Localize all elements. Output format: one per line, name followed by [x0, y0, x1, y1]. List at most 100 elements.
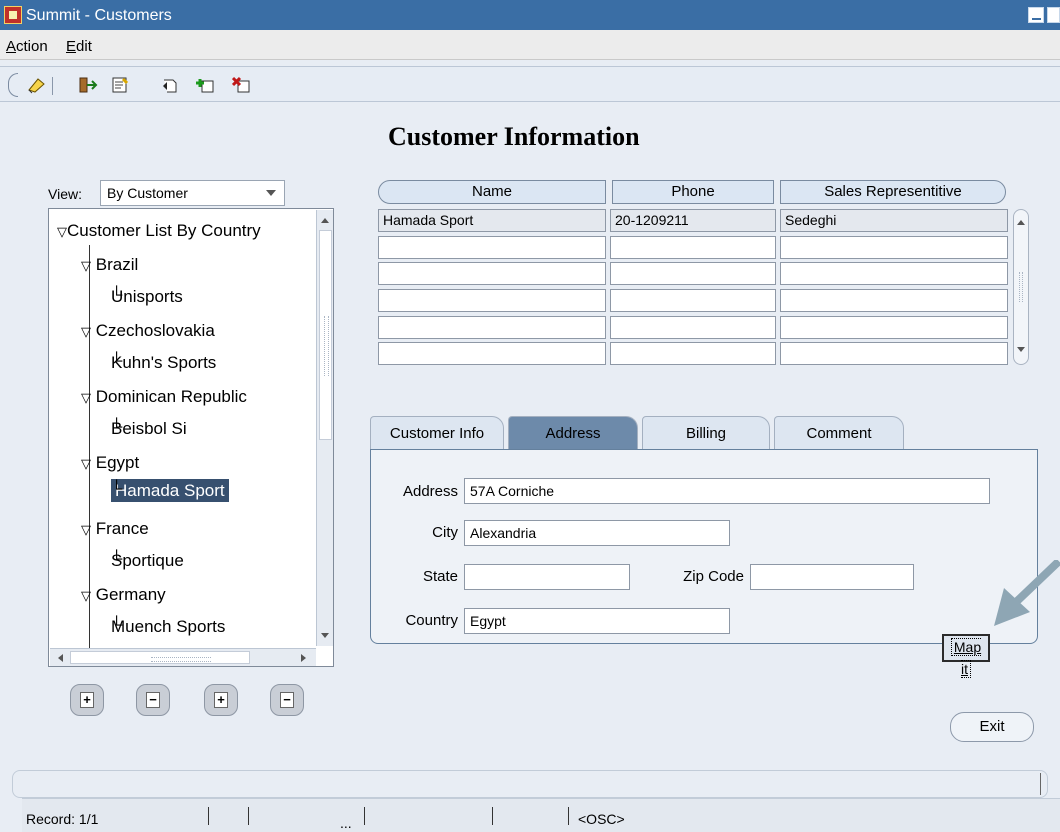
toolbar-separator [52, 77, 53, 95]
grid-cell[interactable] [378, 316, 606, 339]
menu-action[interactable]: Action [6, 38, 48, 55]
tree-leaf-unisports[interactable]: └ Unisports [111, 287, 183, 307]
app-icon [4, 6, 22, 24]
menu-edit[interactable]: Edit [66, 38, 92, 55]
scroll-thumb[interactable] [319, 230, 332, 440]
tree-leaf-kuhns-sports[interactable]: └ Kuhn's Sports [111, 353, 216, 373]
tree-node-france[interactable]: ▽ France [81, 519, 149, 539]
tree-vertical-scrollbar[interactable] [316, 210, 333, 646]
enter-query-icon[interactable] [26, 76, 46, 94]
scroll-down-icon[interactable] [1015, 344, 1027, 356]
scroll-down-icon[interactable] [319, 630, 331, 642]
tree-toggle-icon[interactable]: ▽ [81, 258, 91, 273]
scroll-grip [1019, 272, 1023, 302]
grid-cell[interactable] [378, 342, 606, 365]
country-label: Country [405, 612, 458, 629]
grid-cell[interactable] [780, 262, 1008, 285]
grid-cell[interactable]: Sedeghi [780, 209, 1008, 232]
grid-cell[interactable] [610, 236, 776, 259]
grid-cell[interactable] [378, 236, 606, 259]
scroll-up-icon[interactable] [1015, 216, 1027, 228]
status-divider [492, 807, 493, 825]
tree-toggle-icon[interactable]: ▽ [81, 588, 91, 603]
tree-node-brazil[interactable]: ▽ Brazil [81, 255, 138, 275]
tree-leaf-beisbol-si[interactable]: └ Beisbol Si [111, 419, 187, 439]
save-icon[interactable] [110, 76, 130, 94]
minimize-button[interactable] [1028, 7, 1044, 23]
expand-all-button[interactable]: + [204, 684, 238, 716]
tree-leaf-muench-sports[interactable]: └ Muench Sports [111, 617, 225, 637]
close-button[interactable] [1047, 7, 1060, 23]
expand-button[interactable]: + [70, 684, 104, 716]
grid-cell[interactable]: Hamada Sport [378, 209, 606, 232]
toolbar [0, 66, 1060, 102]
grid-cell[interactable] [610, 262, 776, 285]
tab-customer-info[interactable]: Customer Info [370, 416, 504, 450]
tree-leaf-hamada-sport[interactable]: └ Hamada Sport [111, 479, 229, 502]
city-label: City [432, 524, 458, 541]
exit-button[interactable]: Exit [950, 712, 1034, 742]
tree-selected-item[interactable]: Hamada Sport [111, 479, 229, 502]
tree-toggle-icon[interactable]: ▽ [81, 324, 91, 339]
exit-icon[interactable] [78, 76, 98, 94]
column-header-phone[interactable]: Phone [612, 180, 774, 204]
tab-billing[interactable]: Billing [642, 416, 770, 450]
grid-cell[interactable] [780, 236, 1008, 259]
tree-toggle-icon[interactable]: ▽ [81, 390, 91, 405]
tree-node-germany[interactable]: ▽ Germany [81, 585, 166, 605]
message-bar [12, 770, 1048, 798]
grid-cell[interactable] [378, 289, 606, 312]
chevron-down-icon[interactable] [266, 190, 276, 196]
insert-record-icon[interactable] [196, 76, 216, 94]
zip-code-field[interactable] [750, 564, 914, 590]
window-title: Summit - Customers [26, 7, 172, 24]
scroll-thumb[interactable] [70, 651, 250, 664]
tree-toggle-icon[interactable]: ▽ [57, 224, 67, 239]
grid-cell[interactable] [780, 289, 1008, 312]
grid-cell[interactable] [378, 262, 606, 285]
address-field[interactable]: 57A Corniche [464, 478, 990, 504]
grid-cell[interactable] [610, 316, 776, 339]
city-field[interactable]: Alexandria [464, 520, 730, 546]
tab-address[interactable]: Address [508, 416, 638, 450]
status-divider [208, 807, 209, 825]
grid-cell[interactable] [780, 342, 1008, 365]
map-it-button[interactable]: Map it [942, 634, 990, 678]
tree-node-egypt[interactable]: ▽ Egypt [81, 453, 139, 473]
scroll-grip [151, 657, 211, 662]
column-header-name[interactable]: Name [378, 180, 606, 204]
column-header-sales-rep[interactable]: Sales Representitive [780, 180, 1006, 204]
status-bar: Record: 1/1 ... <OSC> [22, 798, 1060, 832]
delete-record-icon[interactable] [232, 76, 252, 94]
tree-horizontal-scrollbar[interactable] [50, 648, 316, 666]
annotation-arrow-icon [994, 560, 1060, 626]
collapse-all-button[interactable]: − [270, 684, 304, 716]
grid-cell[interactable] [610, 342, 776, 365]
undo-icon[interactable] [160, 76, 180, 94]
tab-comment[interactable]: Comment [774, 416, 904, 450]
grid-cell[interactable] [610, 289, 776, 312]
osc-indicator: <OSC> [578, 811, 625, 827]
tree-node-dominican-republic[interactable]: ▽ Dominican Republic [81, 387, 247, 407]
scroll-right-icon[interactable] [298, 652, 310, 664]
grid-cell[interactable]: 20-1209211 [610, 209, 776, 232]
country-field[interactable]: Egypt [464, 608, 730, 634]
scroll-up-icon[interactable] [319, 214, 331, 226]
expand-all-icon: + [214, 692, 228, 708]
customer-tree[interactable]: ▽Customer List By Country ▽ Brazil └ Uni… [48, 208, 334, 667]
grid-vertical-scrollbar[interactable] [1013, 209, 1029, 365]
tree-node-czechoslovakia[interactable]: ▽ Czechoslovakia [81, 321, 215, 341]
grid-cell[interactable] [780, 316, 1008, 339]
tree-root[interactable]: ▽Customer List By Country [57, 221, 261, 241]
tree-toggle-icon[interactable]: ▽ [81, 456, 91, 471]
status-divider [364, 807, 365, 825]
view-dropdown[interactable]: By Customer [100, 180, 285, 206]
state-field[interactable] [464, 564, 630, 590]
minus-icon: − [146, 692, 160, 708]
view-selected-value: By Customer [107, 185, 188, 201]
tree-toggle-icon[interactable]: ▽ [81, 522, 91, 537]
collapse-button[interactable]: − [136, 684, 170, 716]
scroll-left-icon[interactable] [54, 652, 66, 664]
title-bar: Summit - Customers [0, 0, 1060, 30]
tree-leaf-sportique[interactable]: └ Sportique [111, 551, 184, 571]
